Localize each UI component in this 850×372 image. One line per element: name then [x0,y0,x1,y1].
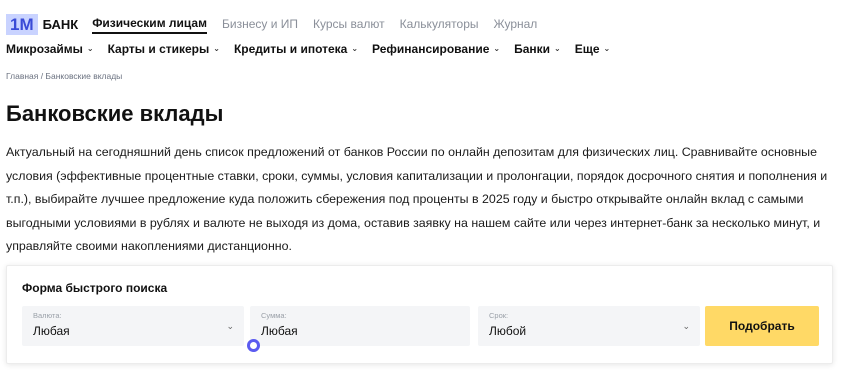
chevron-down-icon: ⌄ [351,44,359,53]
nav-more[interactable]: Еще ⌄ [575,41,611,57]
chevron-down-icon: ⌄ [213,44,220,53]
segment-individuals[interactable]: Физическим лицам [92,15,207,34]
amount-label: Сумма: [261,311,287,320]
quick-search-form: Форма быстрого поиска Валюта: Любая ⌄ Су… [6,265,833,364]
top-bar: 1M БАНК Физическим лицам Бизнесу и ИП Ку… [6,13,552,35]
chevron-down-icon: ⌄ [226,321,234,331]
cursor-ring-icon [247,339,260,352]
chevron-down-icon: ⌄ [554,44,561,53]
term-value: Любой [489,324,527,338]
nav-cards[interactable]: Карты и стикеры ⌄ [108,41,220,57]
nav-credits-label: Кредиты и ипотека [233,42,348,56]
currency-label: Валюта: [33,311,62,320]
nav-banks[interactable]: Банки ⌄ [514,41,561,57]
logo[interactable]: 1M БАНК [6,13,79,35]
main-nav: Микрозаймы ⌄ Карты и стикеры ⌄ Кредиты и… [6,41,624,57]
chevron-down-icon: ⌄ [86,44,94,53]
term-label: Срок: [489,311,509,320]
search-form-title: Форма быстрого поиска [22,281,168,295]
segment-business[interactable]: Бизнесу и ИП [222,14,298,34]
breadcrumb[interactable]: Главная / Банковские вклады [6,71,122,81]
chevron-down-icon: ⌄ [603,44,611,53]
logo-text: БАНК [42,16,79,32]
amount-input[interactable]: Сумма: Любая [250,306,470,346]
currency-select[interactable]: Валюта: Любая ⌄ [22,306,244,346]
segment-journal[interactable]: Журнал [494,14,538,34]
segment-calculators[interactable]: Калькуляторы [400,14,479,34]
logo-mark: 1M [6,13,38,35]
amount-value: Любая [261,324,298,338]
currency-value: Любая [33,324,70,338]
nav-more-label: Еще [574,42,600,56]
chevron-down-icon: ⌄ [493,44,501,53]
page-title: Банковские вклады [6,101,224,126]
nav-banks-label: Банки [514,42,551,56]
nav-credits[interactable]: Кредиты и ипотека ⌄ [234,41,358,57]
term-select[interactable]: Срок: Любой ⌄ [478,306,700,346]
chevron-down-icon: ⌄ [682,321,690,331]
intro-text: Актуальный на сегодняшний день список пр… [6,145,828,254]
nav-microloans[interactable]: Микрозаймы ⌄ [6,41,94,57]
nav-refinancing-label: Рефинансирование [372,42,490,56]
segment-exchange-rates[interactable]: Курсы валют [313,14,385,34]
nav-refinancing[interactable]: Рефинансирование ⌄ [372,41,500,57]
nav-microloans-label: Микрозаймы [6,42,83,56]
nav-cards-label: Карты и стикеры [107,42,210,56]
search-submit-button[interactable]: Подобрать [705,306,819,346]
